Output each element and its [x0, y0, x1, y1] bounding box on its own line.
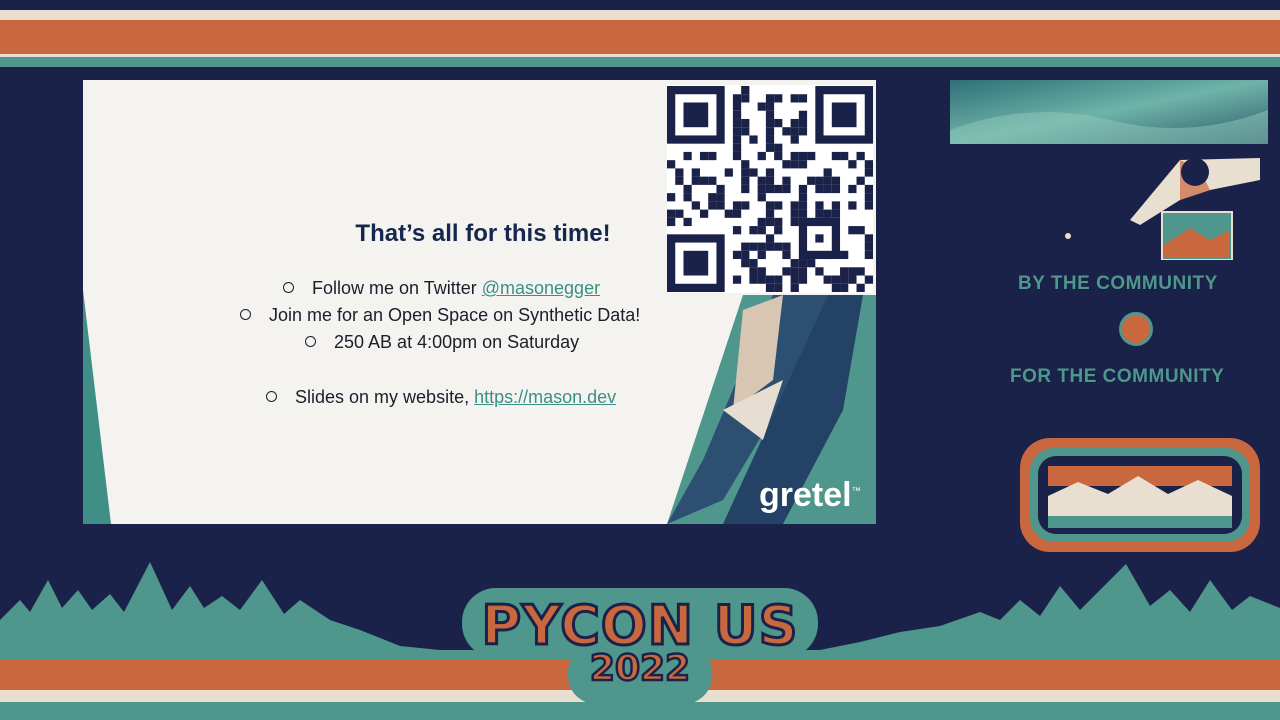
gretel-logo: gretel™ [759, 476, 861, 514]
pycon-logo: PYCON US 2022 [462, 588, 818, 708]
presentation-slide: That’s all for this time! Follow me on T… [83, 80, 876, 524]
website-link[interactable]: https://mason.dev [474, 387, 616, 407]
qr-code-icon[interactable] [667, 85, 873, 293]
top-stripe-dark [0, 0, 1280, 10]
top-stripe-teal [0, 57, 1280, 67]
top-stripe-orange [0, 20, 1280, 54]
circle-bullet-icon [305, 336, 316, 347]
bullet-open-space: Join me for an Open Space on Synthetic D… [240, 305, 640, 326]
circle-bullet-icon [266, 391, 277, 402]
bullet-twitter: Follow me on Twitter @masonegger [283, 278, 600, 299]
mountain-badge-icon [1020, 438, 1260, 552]
twitter-link[interactable]: @masonegger [482, 278, 600, 298]
bullet-time: 250 AB at 4:00pm on Saturday [305, 332, 579, 353]
paper-plane-illustration [1065, 158, 1260, 260]
tagline-by-community: BY THE COMMUNITY [1018, 273, 1218, 294]
circle-bullet-icon [283, 282, 294, 293]
bullet-website: Slides on my website, https://mason.dev [266, 387, 616, 408]
top-stripe-cream [0, 10, 1280, 20]
landscape-banner-image [950, 80, 1268, 144]
orange-circle-icon [1119, 312, 1153, 346]
logo-year: 2022 [589, 647, 692, 691]
tagline-for-community: FOR THE COMMUNITY [1010, 366, 1225, 387]
circle-bullet-icon [240, 309, 251, 320]
slide-title: That’s all for this time! [355, 220, 611, 247]
